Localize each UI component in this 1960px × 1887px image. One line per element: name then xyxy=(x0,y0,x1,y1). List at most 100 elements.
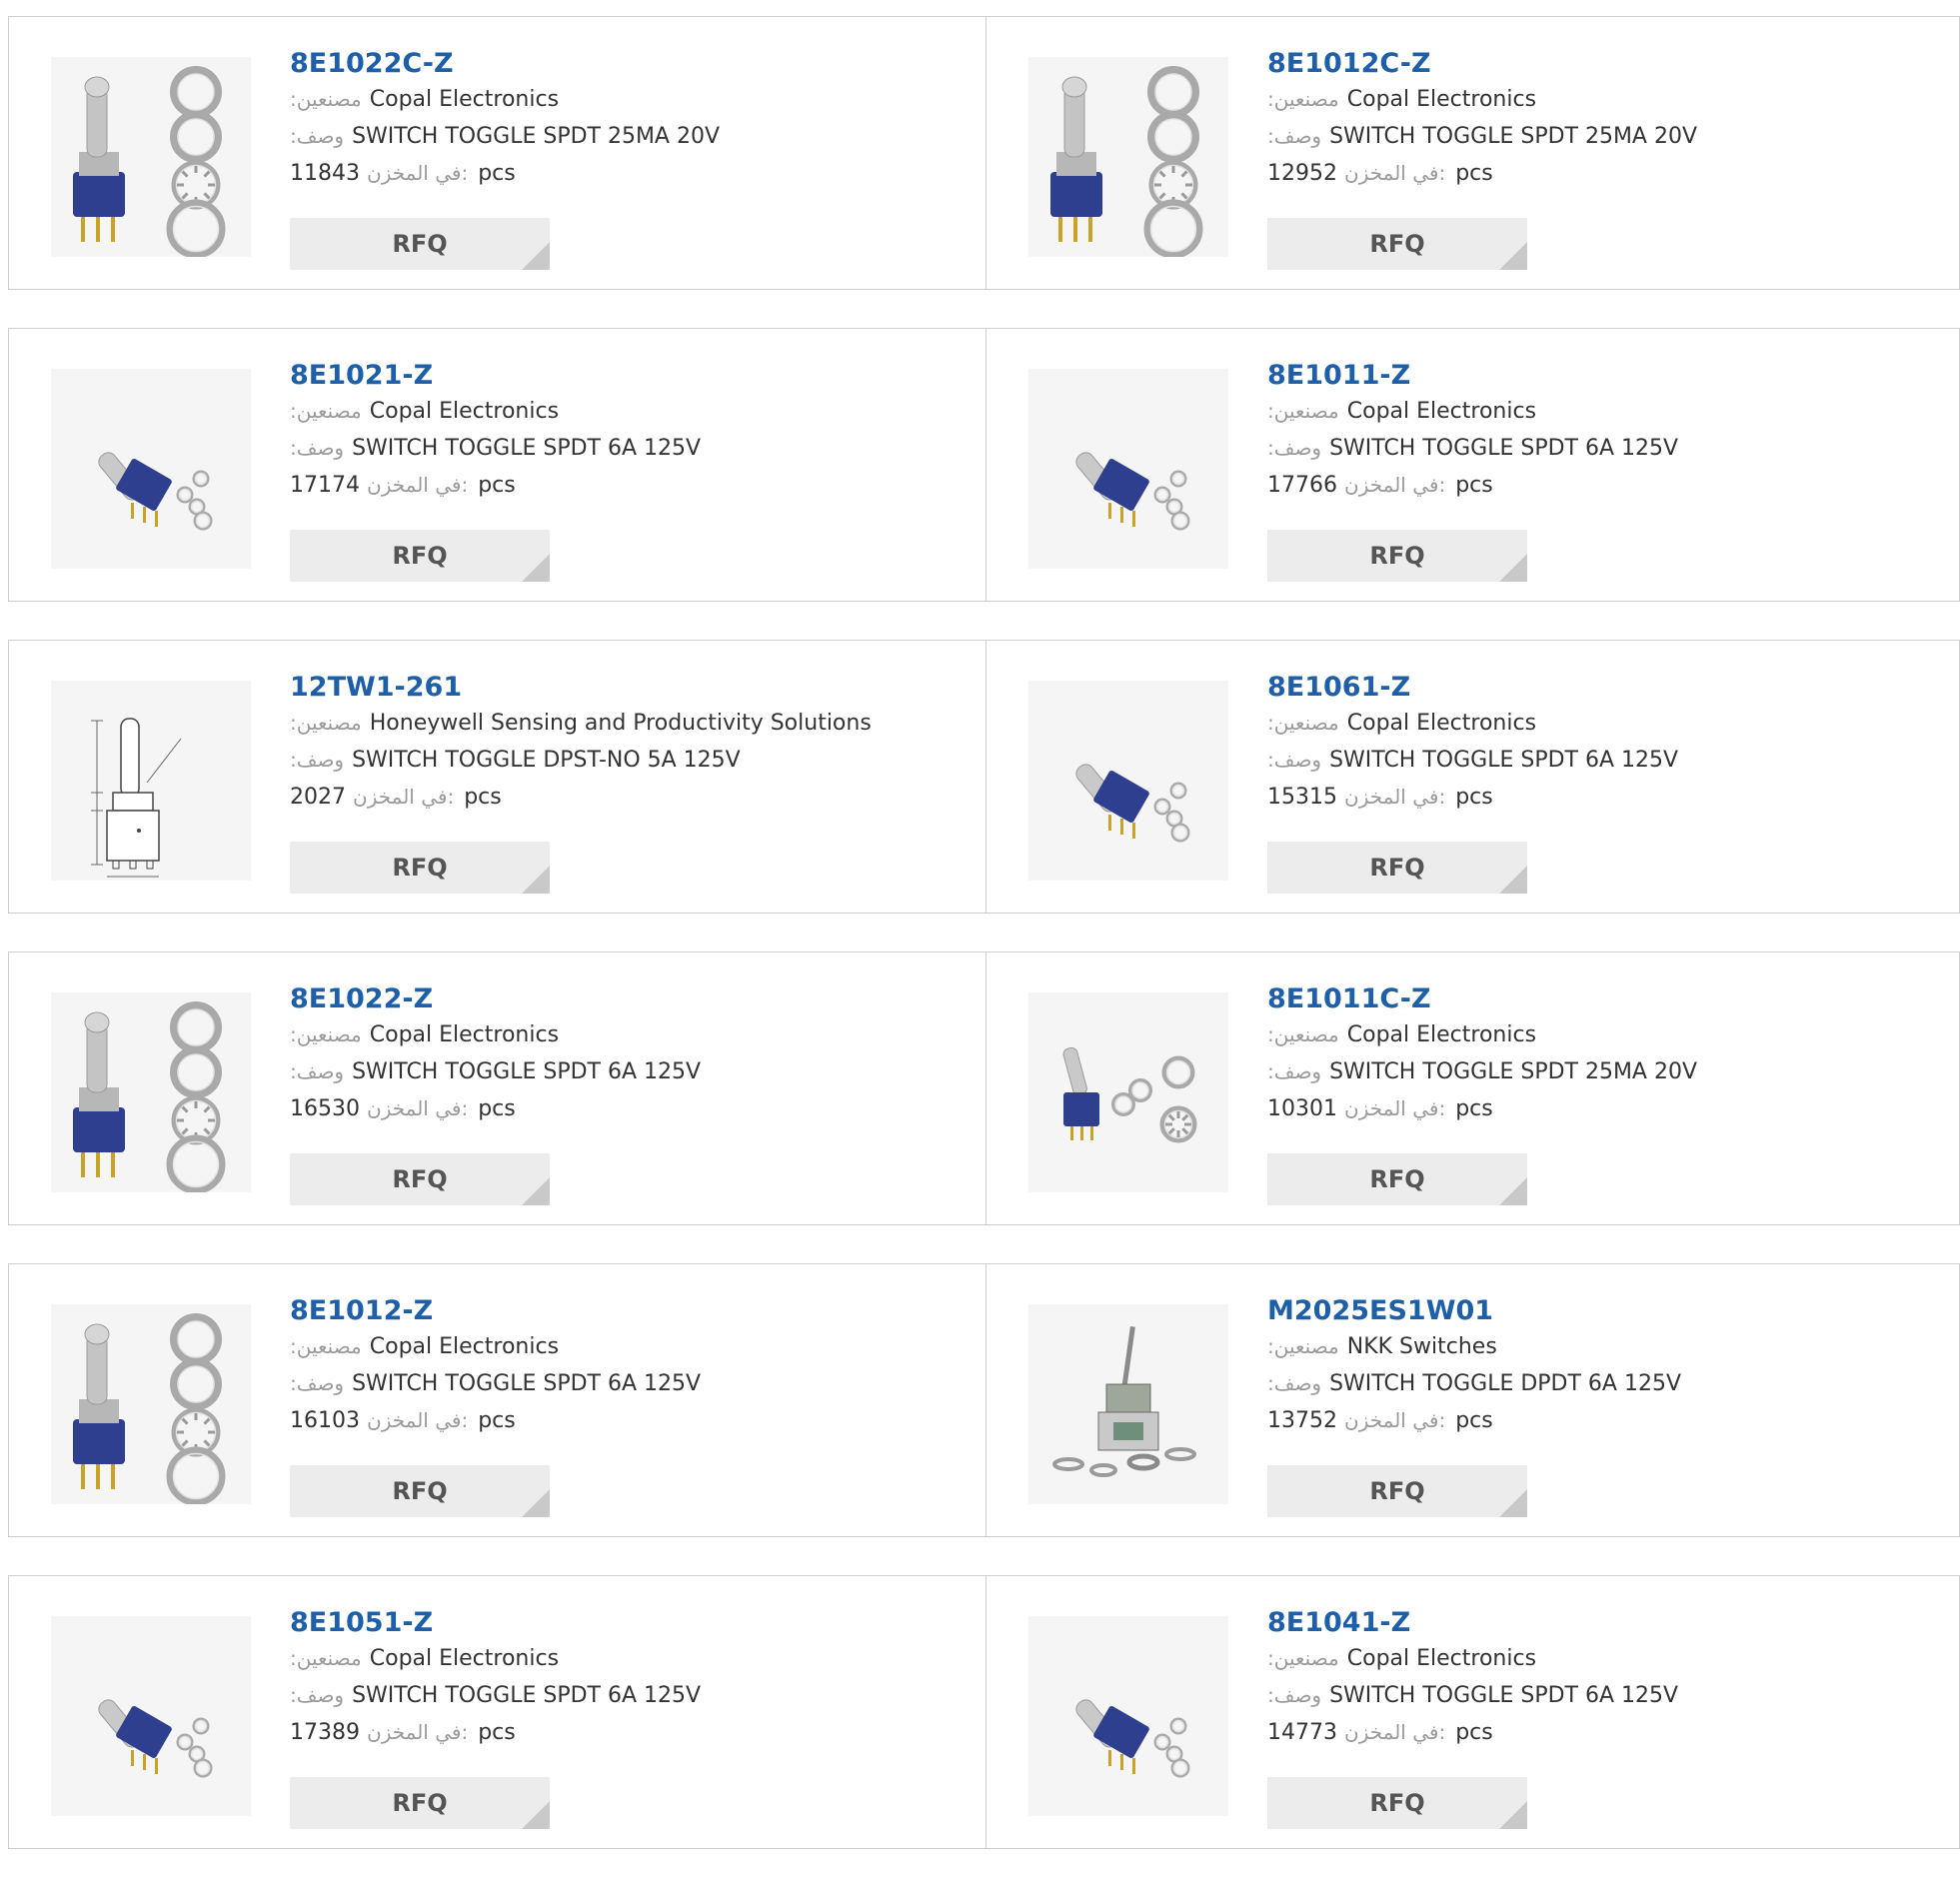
rfq-label: RFQ xyxy=(1369,542,1425,570)
corner-decoration xyxy=(1499,554,1527,582)
part-number-link[interactable]: 8E1012C-Z xyxy=(1267,47,1937,81)
manufacturer-value: Honeywell Sensing and Productivity Solut… xyxy=(369,711,872,736)
rfq-button[interactable]: RFQ xyxy=(290,842,550,894)
corner-decoration xyxy=(522,242,550,270)
product-info: 8E1041-Z :مصنعين Copal Electronics :وصف SW… xyxy=(1267,1606,1937,1751)
rfq-label: RFQ xyxy=(392,1477,448,1505)
product-image[interactable] xyxy=(51,1616,251,1816)
corner-decoration xyxy=(1499,1489,1527,1517)
product-info: 8E1061-Z :مصنعين Copal Electronics :وصف SW… xyxy=(1267,671,1937,816)
stock-value: 17174 xyxy=(290,473,360,498)
product-image[interactable] xyxy=(51,992,251,1192)
rfq-button[interactable]: RFQ xyxy=(290,1153,550,1205)
product-image[interactable] xyxy=(1028,1616,1228,1816)
part-number-link[interactable]: 8E1021-Z xyxy=(290,359,960,393)
manufacturer-line: :مصنعين Copal Electronics xyxy=(1267,1640,1937,1677)
description-line: :وصف SWITCH TOGGLE SPDT 6A 125V xyxy=(290,1677,960,1714)
product-image[interactable] xyxy=(1028,992,1228,1192)
product-image[interactable] xyxy=(1028,681,1228,881)
corner-decoration xyxy=(1499,866,1527,894)
product-card: 8E1012-Z :مصنعين Copal Electronics :وصف SW… xyxy=(8,1263,986,1537)
description-label: :وصف xyxy=(1267,1371,1322,1395)
description-line: :وصف SWITCH TOGGLE SPDT 6A 125V xyxy=(290,1365,960,1402)
manufacturer-value: Copal Electronics xyxy=(1346,711,1537,736)
stock-line: 13752 في المخزن: pcs xyxy=(1267,1402,1937,1439)
part-number-link[interactable]: 8E1012-Z xyxy=(290,1294,960,1328)
manufacturer-value: Copal Electronics xyxy=(1346,399,1537,424)
rfq-button[interactable]: RFQ xyxy=(1267,218,1527,270)
description-label: :وصف xyxy=(1267,436,1322,460)
stock-unit: pcs xyxy=(1455,161,1493,186)
stock-unit: pcs xyxy=(478,1096,516,1121)
product-info: M2025ES1W01 :مصنعين NKK Switches :وصف SWIT… xyxy=(1267,1294,1937,1439)
product-image[interactable] xyxy=(1028,1304,1228,1504)
product-card: 8E1022C-Z :مصنعين Copal Electronics :وصف S… xyxy=(8,16,986,290)
manufacturer-value: Copal Electronics xyxy=(369,87,560,112)
stock-label: في المخزن: xyxy=(353,785,455,809)
manufacturer-line: :مصنعين Copal Electronics xyxy=(290,1328,960,1365)
description-line: :وصف SWITCH TOGGLE SPDT 6A 125V xyxy=(1267,1677,1937,1714)
description-value: SWITCH TOGGLE SPDT 25MA 20V xyxy=(1329,124,1698,149)
product-image[interactable] xyxy=(51,1304,251,1504)
part-number-link[interactable]: 8E1022-Z xyxy=(290,982,960,1016)
product-image[interactable] xyxy=(1028,369,1228,569)
stock-label: في المخزن: xyxy=(367,161,469,185)
rfq-button[interactable]: RFQ xyxy=(290,1465,550,1517)
manufacturer-line: :مصنعين Copal Electronics xyxy=(1267,81,1937,118)
stock-label: في المخزن: xyxy=(1344,785,1446,809)
part-number-link[interactable]: 8E1011-Z xyxy=(1267,359,1937,393)
description-value: SWITCH TOGGLE SPDT 6A 125V xyxy=(352,436,702,461)
product-row: 8E1051-Z :مصنعين Copal Electronics :وصف SW… xyxy=(8,1575,1960,1849)
rfq-button[interactable]: RFQ xyxy=(290,530,550,582)
product-card: 8E1021-Z :مصنعين Copal Electronics :وصف SW… xyxy=(8,328,986,602)
description-value: SWITCH TOGGLE SPDT 6A 125V xyxy=(352,1683,702,1708)
stock-line: 2027 في المخزن: pcs xyxy=(290,779,960,816)
rfq-button[interactable]: RFQ xyxy=(1267,1153,1527,1205)
description-label: :وصف xyxy=(290,1371,345,1395)
product-card: 8E1012C-Z :مصنعين Copal Electronics :وصف S… xyxy=(986,16,1960,290)
product-info: 8E1022C-Z :مصنعين Copal Electronics :وصف S… xyxy=(290,47,960,192)
part-number-link[interactable]: 12TW1-261 xyxy=(290,671,960,705)
product-image[interactable] xyxy=(1028,57,1228,257)
rfq-button[interactable]: RFQ xyxy=(290,1777,550,1829)
stock-value: 10301 xyxy=(1267,1096,1337,1121)
rfq-button[interactable]: RFQ xyxy=(1267,1777,1527,1829)
product-info: 8E1022-Z :مصنعين Copal Electronics :وصف SW… xyxy=(290,982,960,1127)
rfq-button[interactable]: RFQ xyxy=(1267,530,1527,582)
rfq-button[interactable]: RFQ xyxy=(1267,1465,1527,1517)
rfq-button[interactable]: RFQ xyxy=(1267,842,1527,894)
stock-label: في المخزن: xyxy=(367,473,469,497)
stock-line: 17389 في المخزن: pcs xyxy=(290,1714,960,1751)
part-number-link[interactable]: 8E1011C-Z xyxy=(1267,982,1937,1016)
stock-label: في المخزن: xyxy=(367,1408,469,1432)
stock-unit: pcs xyxy=(1455,1096,1493,1121)
product-info: 8E1051-Z :مصنعين Copal Electronics :وصف SW… xyxy=(290,1606,960,1751)
stock-line: 17174 في المخزن: pcs xyxy=(290,467,960,504)
description-label: :وصف xyxy=(290,124,345,148)
product-card: 8E1061-Z :مصنعين Copal Electronics :وصف SW… xyxy=(986,640,1960,914)
product-info: 8E1011-Z :مصنعين Copal Electronics :وصف SW… xyxy=(1267,359,1937,504)
description-value: SWITCH TOGGLE SPDT 6A 125V xyxy=(352,1371,702,1396)
stock-label: في المخزن: xyxy=(1344,161,1446,185)
product-row: 8E1022C-Z :مصنعين Copal Electronics :وصف S… xyxy=(8,16,1960,290)
part-number-link[interactable]: 8E1061-Z xyxy=(1267,671,1937,705)
stock-label: في المخزن: xyxy=(1344,1408,1446,1432)
stock-value: 14773 xyxy=(1267,1720,1337,1745)
stock-unit: pcs xyxy=(478,1408,516,1433)
product-image[interactable] xyxy=(51,369,251,569)
product-image[interactable] xyxy=(51,57,251,257)
manufacturer-line: :مصنعين Copal Electronics xyxy=(290,1640,960,1677)
product-image[interactable] xyxy=(51,681,251,881)
rfq-button[interactable]: RFQ xyxy=(290,218,550,270)
corner-decoration xyxy=(1499,1177,1527,1205)
part-number-link[interactable]: 8E1041-Z xyxy=(1267,1606,1937,1640)
description-line: :وصف SWITCH TOGGLE SPDT 6A 125V xyxy=(1267,742,1937,779)
part-number-link[interactable]: M2025ES1W01 xyxy=(1267,1294,1937,1328)
description-value: SWITCH TOGGLE SPDT 25MA 20V xyxy=(352,124,721,149)
part-number-link[interactable]: 8E1051-Z xyxy=(290,1606,960,1640)
manufacturer-label: :مصنعين xyxy=(290,87,362,111)
part-number-link[interactable]: 8E1022C-Z xyxy=(290,47,960,81)
stock-value: 2027 xyxy=(290,785,346,810)
stock-label: في المخزن: xyxy=(1344,1720,1446,1744)
rfq-label: RFQ xyxy=(392,1165,448,1193)
